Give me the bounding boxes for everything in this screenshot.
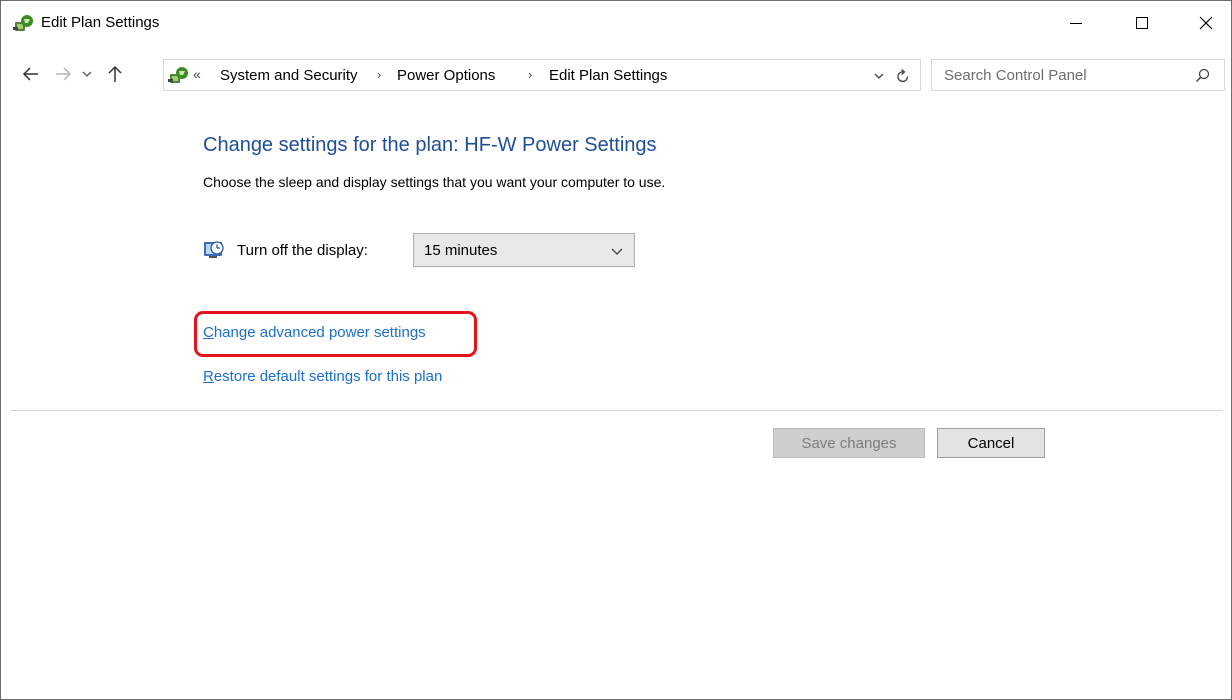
breadcrumb-edit-plan-settings[interactable]: Edit Plan Settings bbox=[549, 67, 667, 84]
page-description: Choose the sleep and display settings th… bbox=[203, 174, 666, 190]
link-accesskey: C bbox=[203, 324, 214, 341]
search-box[interactable] bbox=[931, 59, 1225, 91]
back-button[interactable] bbox=[19, 63, 43, 85]
minimize-icon bbox=[1070, 23, 1082, 24]
turn-off-display-select[interactable]: 15 minutes bbox=[413, 233, 635, 267]
power-options-icon bbox=[13, 15, 33, 31]
recent-locations-button[interactable] bbox=[79, 63, 95, 85]
divider bbox=[11, 410, 1223, 411]
arrow-up-icon bbox=[108, 65, 122, 82]
power-options-icon bbox=[168, 67, 188, 83]
close-button[interactable] bbox=[1183, 1, 1229, 45]
breadcrumb-separator[interactable]: › bbox=[528, 67, 532, 82]
turn-off-display-label: Turn off the display: bbox=[237, 242, 368, 259]
edit-plan-settings-window: Edit Plan Settings « System and Security… bbox=[0, 0, 1232, 700]
chevron-down-icon bbox=[874, 73, 884, 79]
window-title: Edit Plan Settings bbox=[41, 14, 160, 31]
display-timer-icon bbox=[204, 241, 224, 258]
breadcrumb-overflow-chevron[interactable]: « bbox=[193, 66, 201, 82]
up-button[interactable] bbox=[103, 63, 127, 85]
page-title: Change settings for the plan: HF-W Power… bbox=[203, 134, 657, 156]
forward-button[interactable] bbox=[51, 63, 75, 85]
refresh-button[interactable] bbox=[892, 66, 914, 86]
navigation-bar: « System and Security › Power Options › … bbox=[1, 53, 1231, 97]
maximize-icon bbox=[1136, 17, 1148, 29]
arrow-left-icon bbox=[22, 67, 38, 81]
search-icon[interactable] bbox=[1194, 67, 1212, 85]
change-advanced-power-settings-link[interactable]: Change advanced power settings bbox=[203, 324, 426, 341]
chevron-down-icon bbox=[82, 71, 92, 77]
arrow-right-icon bbox=[56, 67, 72, 81]
link-label: hange advanced power settings bbox=[213, 324, 426, 341]
link-accesskey: R bbox=[203, 368, 214, 385]
link-label: estore default settings for this plan bbox=[213, 368, 443, 385]
turn-off-display-value: 15 minutes bbox=[424, 242, 498, 259]
chevron-down-icon bbox=[611, 248, 623, 255]
title-bar[interactable]: Edit Plan Settings bbox=[1, 1, 1231, 45]
breadcrumb-system-and-security[interactable]: System and Security bbox=[220, 67, 358, 84]
save-changes-button[interactable]: Save changes bbox=[773, 428, 925, 458]
restore-default-settings-link[interactable]: Restore default settings for this plan bbox=[203, 368, 442, 385]
address-bar[interactable]: « System and Security › Power Options › … bbox=[163, 59, 921, 91]
cancel-button[interactable]: Cancel bbox=[937, 428, 1045, 458]
breadcrumb-power-options[interactable]: Power Options bbox=[397, 67, 495, 84]
refresh-icon bbox=[897, 69, 909, 83]
close-icon bbox=[1199, 16, 1213, 30]
address-dropdown-button[interactable] bbox=[870, 66, 888, 86]
maximize-button[interactable] bbox=[1119, 1, 1165, 45]
minimize-button[interactable] bbox=[1053, 1, 1099, 45]
search-input[interactable] bbox=[944, 65, 1184, 85]
breadcrumb-separator[interactable]: › bbox=[377, 67, 381, 82]
